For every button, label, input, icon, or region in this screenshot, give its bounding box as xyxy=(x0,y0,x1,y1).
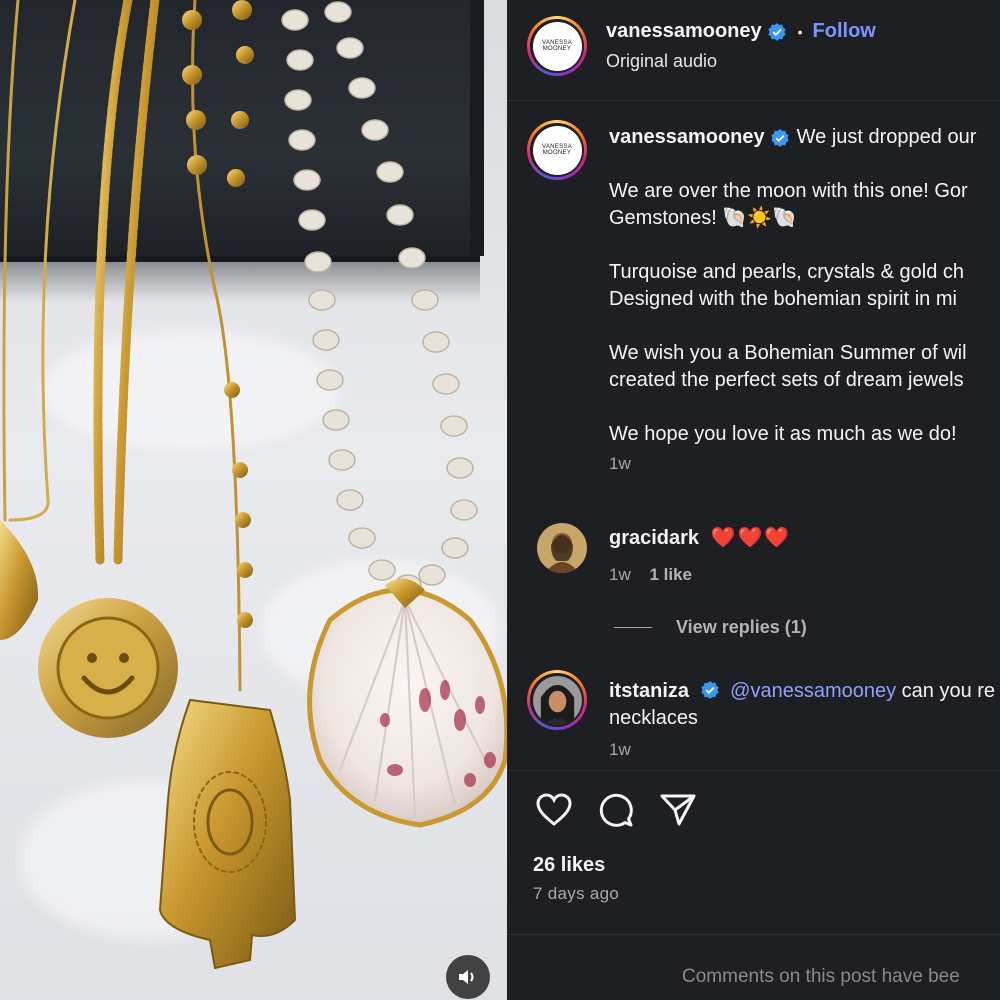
commenter-avatar[interactable] xyxy=(537,523,587,573)
commenter-username[interactable]: gracidark xyxy=(609,527,699,549)
commenter-avatar[interactable] xyxy=(527,670,587,730)
comment-like-count[interactable]: 1 like xyxy=(649,565,692,584)
caption-text-line: created the perfect sets of dream jewels xyxy=(609,369,964,391)
caption-text-line: We are over the moon with this one! Gor xyxy=(609,180,968,202)
sound-toggle-button[interactable] xyxy=(446,955,490,999)
share-button[interactable] xyxy=(658,790,698,830)
comment-text: can you re xyxy=(896,680,996,702)
caption-username[interactable]: vanessamooney xyxy=(609,124,765,151)
author-avatar[interactable]: VANESSA MOONEY xyxy=(527,16,587,76)
comments-disabled-notice: Comments on this post have bee xyxy=(682,966,960,987)
author-logo: VANESSA MOONEY xyxy=(532,21,582,71)
caption-timestamp[interactable]: 1w xyxy=(609,454,1000,474)
caption-text-line: Turquoise and pearls, crystals & gold ch xyxy=(609,261,964,283)
footer-divider xyxy=(507,934,1000,935)
comment-text: ❤️❤️❤️ xyxy=(710,527,792,549)
paper-plane-icon xyxy=(660,794,696,826)
caption-text-line: Gemstones! 🐚☀️🐚 xyxy=(609,207,798,229)
likes-count[interactable]: 26 likes xyxy=(533,854,605,877)
actions-divider xyxy=(507,770,1000,771)
comment-text-continued: necklaces xyxy=(609,707,698,729)
audio-label[interactable]: Original audio xyxy=(606,51,717,72)
verified-badge-icon xyxy=(700,681,719,699)
caption-text-line: We just dropped our xyxy=(796,126,977,148)
caption-text-line: We hope you love it as much as we do! xyxy=(609,423,957,445)
caption-author-avatar[interactable]: VANESSA MOONEY xyxy=(527,120,587,180)
post-date[interactable]: 7 days ago xyxy=(533,884,619,904)
caption-text-line: Designed with the bohemian spirit in mi xyxy=(609,288,957,310)
post-media[interactable] xyxy=(0,0,507,1000)
comment-timestamp[interactable]: 1w xyxy=(609,740,631,760)
comment-button[interactable] xyxy=(596,790,636,830)
author-username[interactable]: vanessamooney xyxy=(606,20,762,43)
verified-badge-icon xyxy=(768,22,786,41)
like-button[interactable] xyxy=(534,790,574,830)
caption-text-line: We wish you a Bohemian Summer of wil xyxy=(609,342,967,364)
comment-mention-link[interactable]: @vanessamooney xyxy=(730,680,896,702)
post-side-panel: VANESSA MOONEY vanessamooney • Follow Or… xyxy=(507,0,1000,1000)
follow-button[interactable]: Follow xyxy=(813,20,876,43)
necklaces-illustration xyxy=(0,0,507,970)
replies-divider xyxy=(614,627,652,628)
author-logo: VANESSA MOONEY xyxy=(532,125,582,175)
verified-badge-icon xyxy=(771,128,789,147)
view-replies-button[interactable]: View replies (1) xyxy=(614,617,807,638)
view-replies-label: View replies (1) xyxy=(676,617,807,637)
post-header: VANESSA MOONEY vanessamooney • Follow Or… xyxy=(507,0,1000,101)
separator-dot: • xyxy=(797,23,803,40)
commenter-username[interactable]: itstaniza xyxy=(609,680,689,702)
post-actions xyxy=(534,790,698,830)
heart-icon xyxy=(536,793,572,826)
comment-bubble-icon xyxy=(599,793,633,827)
comment-timestamp[interactable]: 1w xyxy=(609,565,631,584)
speaker-icon xyxy=(459,970,474,984)
